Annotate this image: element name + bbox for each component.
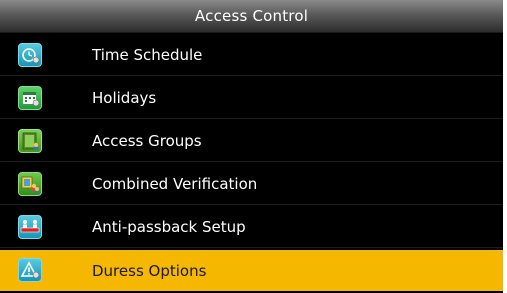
menu-item-label: Holidays xyxy=(92,89,157,107)
group-icon xyxy=(18,129,42,153)
anti-passback-icon xyxy=(18,215,42,239)
menu-item-label: Access Groups xyxy=(92,132,202,150)
verification-icon xyxy=(18,172,42,196)
menu-item-label: Anti-passback Setup xyxy=(92,218,246,236)
calendar-icon xyxy=(18,86,42,110)
menu-item-label: Duress Options xyxy=(92,261,207,280)
menu-item-holidays[interactable]: Holidays xyxy=(0,78,503,119)
access-control-menu: Time Schedule Holidays Access Groups Com… xyxy=(0,35,503,293)
menu-item-combined-verification[interactable]: Combined Verification xyxy=(0,164,503,205)
screen-edge xyxy=(503,0,507,293)
warning-icon xyxy=(18,258,42,282)
clock-icon xyxy=(18,43,42,67)
menu-item-anti-passback-setup[interactable]: Anti-passback Setup xyxy=(0,207,503,248)
menu-item-duress-options[interactable]: Duress Options xyxy=(0,250,503,291)
page-title: Access Control xyxy=(0,0,503,33)
menu-item-time-schedule[interactable]: Time Schedule xyxy=(0,35,503,76)
menu-item-access-groups[interactable]: Access Groups xyxy=(0,121,503,162)
menu-item-label: Combined Verification xyxy=(92,175,258,193)
menu-item-label: Time Schedule xyxy=(92,46,203,64)
page-title-text: Access Control xyxy=(194,7,309,25)
access-control-screen: Access Control Time Schedule Holidays Ac… xyxy=(0,0,507,293)
